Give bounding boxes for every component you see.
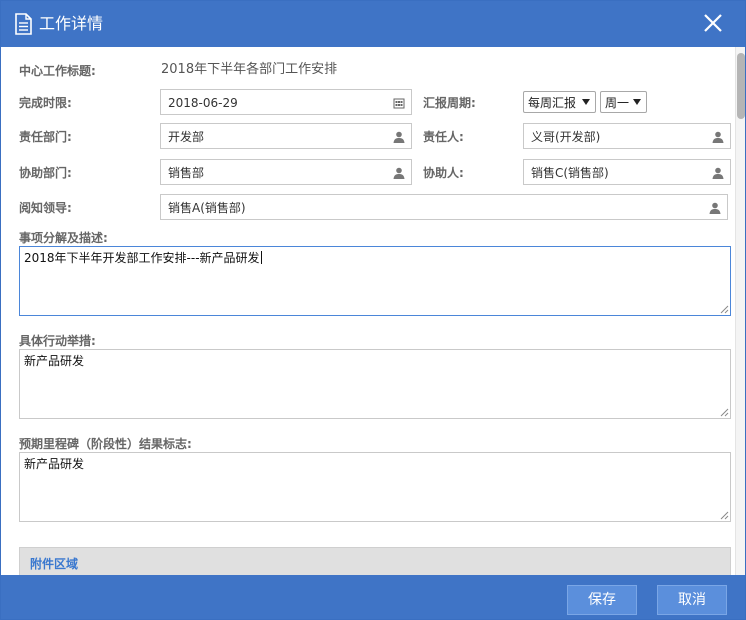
milestone-label: 预期里程碑（阶段性）结果标志: [19,437,192,451]
dept-field[interactable]: 开发部 [160,123,412,149]
owner-value: 义哥(开发部) [531,130,601,144]
report-cycle-label: 汇报周期: [423,96,476,110]
report-cycle-select[interactable]: 每周汇报 [523,91,596,113]
scrollbar-thumb[interactable] [737,53,745,119]
assist-dept-field[interactable]: 销售部 [160,159,412,185]
chevron-down-icon [582,99,590,105]
attachment-section-title[interactable]: 附件区域 [30,556,78,572]
resize-handle-icon[interactable] [720,305,729,314]
user-icon[interactable] [711,130,725,144]
dialog-footer: 保存 取消 [1,575,745,619]
report-cycle-value: 每周汇报 [528,96,577,110]
calendar-icon[interactable] [392,96,406,110]
owner-label: 责任人: [423,130,464,144]
description-value: 2018年下半年开发部工作安排---新产品研发 [24,251,262,265]
task-title-label: 中心工作标题: [19,64,96,78]
dept-label: 责任部门: [19,130,72,144]
user-icon[interactable] [711,166,725,180]
actions-value: 新产品研发 [24,354,85,368]
attachment-section: 附件区域 [19,547,731,575]
document-icon [15,13,32,35]
dialog-titlebar: 工作详情 [1,1,745,47]
resize-handle-icon[interactable] [720,511,729,520]
description-textarea[interactable]: 2018年下半年开发部工作安排---新产品研发 [19,246,731,316]
dialog-content: 中心工作标题: 2018年下半年各部门工作安排 完成时限: 2018-06-29… [1,47,745,575]
dept-value: 开发部 [168,130,205,144]
report-day-value: 周一 [605,96,630,110]
assist-dept-label: 协助部门: [19,166,72,180]
save-button[interactable]: 保存 [567,585,637,615]
assistant-value: 销售C(销售部) [531,166,609,180]
milestone-textarea[interactable]: 新产品研发 [19,452,731,522]
leader-value: 销售A(销售部) [168,201,246,215]
chevron-down-icon [633,99,641,105]
actions-label: 具体行动举措: [19,334,96,348]
leader-field[interactable]: 销售A(销售部) [160,194,728,220]
user-icon[interactable] [708,201,722,215]
cancel-button[interactable]: 取消 [657,585,727,615]
task-title-value: 2018年下半年各部门工作安排 [161,62,338,77]
assist-dept-value: 销售部 [168,166,205,180]
assistant-field[interactable]: 销售C(销售部) [523,159,731,185]
deadline-field[interactable]: 2018-06-29 [160,89,412,115]
work-detail-dialog: 工作详情 中心工作标题: 2018年下半年各部门工作安排 完成时限: 2018-… [0,0,746,620]
leader-label: 阅知领导: [19,201,72,215]
owner-field[interactable]: 义哥(开发部) [523,123,731,149]
user-icon[interactable] [392,130,406,144]
dialog-title: 工作详情 [39,14,104,33]
deadline-value: 2018-06-29 [168,96,238,110]
actions-textarea[interactable]: 新产品研发 [19,349,731,419]
vertical-scrollbar[interactable] [735,47,745,575]
report-day-select[interactable]: 周一 [600,91,647,113]
resize-handle-icon[interactable] [720,408,729,417]
assistant-label: 协助人: [423,166,464,180]
milestone-value: 新产品研发 [24,457,85,471]
close-icon[interactable] [701,11,725,35]
deadline-label: 完成时限: [19,96,72,110]
user-icon[interactable] [392,166,406,180]
description-label: 事项分解及描述: [19,231,108,245]
